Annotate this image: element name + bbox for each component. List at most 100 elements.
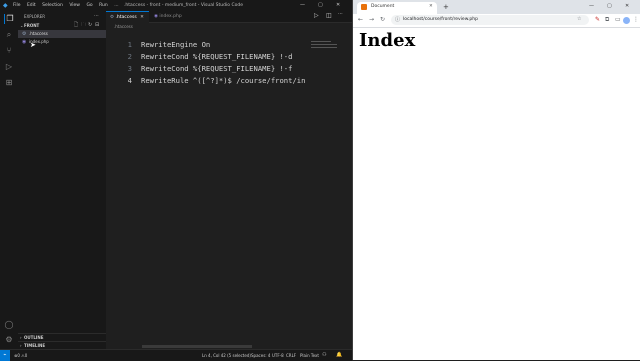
collapse-all-icon[interactable]: ⊟ [95,22,99,28]
copilot-icon[interactable]: ⚇ [322,350,326,361]
settings-gear-icon[interactable]: ⚙ [4,335,14,345]
title-bar: ◆ File Edit Selection View Go Run ... .h… [0,0,352,11]
indentation[interactable]: Spaces: 4 [251,350,270,361]
sidebar-icon[interactable]: ▭ [615,16,621,24]
menu-kebab-icon[interactable]: ⋮ [633,16,639,24]
folder-row[interactable]: ⌄ FRONT 🗋 🗀 ↻ ⊟ [18,22,106,30]
address-bar[interactable]: ⓘ localhost/course/front/review.php ☆ [391,15,589,25]
source-control-icon[interactable]: ⑂ [4,46,14,56]
minimap-line [311,44,337,45]
php-file-icon: ◉ [22,39,27,45]
run-debug-icon[interactable]: ▷ [4,62,14,72]
window-title: .htaccess - front - medium_front - Visua… [124,3,243,8]
browser-window: Document ✕ + — ▢ ✕ ← → ↻ ⓘ localhost/cou… [352,0,640,360]
menu-bar: File Edit Selection View Go Run ... [13,0,124,11]
outline-section[interactable]: › OUTLINE [18,333,106,341]
line-number: 4 [127,76,132,85]
notifications-bell-icon[interactable]: 🔔 [336,350,342,361]
search-icon[interactable]: ⌕ [4,30,14,40]
tab-close-icon[interactable]: ✕ [429,4,433,9]
explorer-sidebar: EXPLORER ··· ⌄ FRONT 🗋 🗀 ↻ ⊟ ⚙ .htaccess… [18,11,107,351]
breadcrumb[interactable]: .htaccess [114,24,133,29]
code-line: 3 RewriteCond %{REQUEST_FILENAME} !-f [106,63,352,75]
close-icon[interactable]: ✕ [336,0,340,11]
line-text: RewriteEngine On [141,40,211,49]
more-actions-icon[interactable]: ··· [94,13,99,19]
site-info-icon[interactable]: ⓘ [395,16,400,23]
vscode-window: ◆ File Edit Selection View Go Run ... .h… [0,0,352,361]
menu-selection[interactable]: Selection [42,3,63,8]
cursor-position[interactable]: Ln 4, Col 42 (5 selected) [202,350,251,361]
problems-icon[interactable]: ⊗0 ⚠0 [14,350,27,361]
line-number: 2 [127,52,132,61]
language-mode[interactable]: Plain Text [300,350,319,361]
maximize-icon[interactable]: ▢ [318,0,323,11]
reload-icon[interactable]: ↻ [380,16,385,24]
code-line: 2 RewriteCond %{REQUEST_FILENAME} !-d [106,51,352,63]
run-icon[interactable]: ▷ [314,12,319,19]
minimap-line [311,47,337,48]
line-text: RewriteCond %{REQUEST_FILENAME} !-f [141,64,293,73]
timeline-section[interactable]: › TIMELINE [18,341,106,349]
account-icon[interactable]: ◯ [4,320,14,330]
menu-more[interactable]: ... [114,3,118,8]
more-actions-icon[interactable]: ··· [338,11,343,17]
browser-tab-strip: Document ✕ + — ▢ ✕ [353,0,640,14]
split-editor-icon[interactable]: ◫ [326,12,332,19]
chevron-right-icon: › [20,343,22,348]
menu-file[interactable]: File [13,3,21,8]
menu-go[interactable]: Go [86,3,92,8]
forward-icon[interactable]: → [369,16,374,24]
vscode-logo-icon: ◆ [3,2,8,9]
browser-tab[interactable]: Document ✕ [357,2,437,14]
favicon-icon [361,4,367,10]
horizontal-scrollbar[interactable] [142,345,252,348]
editor-tabs: ⚙ .htaccess ✕ ◉ index.php ▷ ◫ ··· [106,11,352,23]
end-of-line[interactable]: CRLF [286,350,296,361]
refresh-icon[interactable]: ↻ [88,22,92,28]
minimap-line [311,41,331,42]
tab-close-icon[interactable]: ✕ [140,15,144,20]
explorer-icon[interactable]: ❐ [4,14,15,24]
status-bar: ⌁ ⊗0 ⚠0 Ln 4, Col 42 (5 selected) Spaces… [0,349,352,361]
extension-icon[interactable]: ✎ [595,16,600,24]
back-icon[interactable]: ← [358,16,363,24]
editor-area: ⚙ .htaccess ✕ ◉ index.php ▷ ◫ ··· .htacc… [106,11,352,351]
minimize-icon[interactable]: — [589,3,594,9]
file-item-htaccess[interactable]: ⚙ .htaccess [18,30,106,38]
code-line: 4 RewriteRule ^([^?]*)$ /course/front/in [106,75,352,87]
line-text: RewriteCond %{REQUEST_FILENAME} !-d [141,52,293,61]
gear-icon: ⚙ [110,15,115,20]
extensions-icon[interactable]: ⊞ [4,78,14,88]
remote-icon[interactable]: ⌁ [0,350,10,361]
tab-title: Document [371,4,395,9]
encoding[interactable]: UTF-8 [272,350,284,361]
bookmark-star-icon[interactable]: ☆ [577,16,581,22]
line-number: 1 [127,40,132,49]
new-folder-icon[interactable]: 🗀 [81,22,86,30]
close-icon[interactable]: ✕ [625,3,629,9]
web-page: Index [353,28,640,360]
line-text: RewriteRule ^([^?]*)$ /course/front/in [141,76,306,85]
gear-icon: ⚙ [22,31,27,37]
page-heading: Index [359,30,416,51]
browser-toolbar: ← → ↻ ⓘ localhost/course/front/review.ph… [353,14,640,28]
explorer-header: EXPLORER [24,14,45,19]
menu-run[interactable]: Run [99,3,108,8]
timeline-label: TIMELINE [24,343,46,348]
tab-label: index.php [159,14,182,19]
chevron-down-icon: ⌄ [20,23,24,28]
tab-index-php[interactable]: ◉ index.php [150,11,188,22]
profile-avatar[interactable] [623,17,630,24]
new-file-icon[interactable]: 🗋 [74,22,78,30]
extensions-puzzle-icon[interactable]: ⧉ [605,16,609,24]
minimap[interactable] [311,39,341,49]
menu-view[interactable]: View [69,3,80,8]
minimize-icon[interactable]: — [300,0,305,11]
new-tab-icon[interactable]: + [443,3,449,11]
php-file-icon: ◉ [154,14,158,19]
menu-edit[interactable]: Edit [27,3,36,8]
maximize-icon[interactable]: ▢ [607,3,612,9]
tab-htaccess[interactable]: ⚙ .htaccess ✕ [106,11,149,23]
mouse-cursor-icon: ➤ [30,41,36,49]
